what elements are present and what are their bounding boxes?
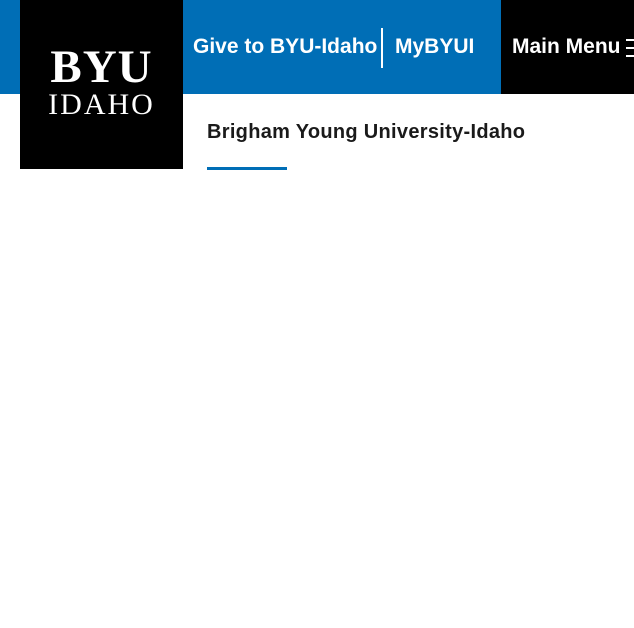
site-title[interactable]: Brigham Young University-Idaho [207,121,525,144]
page: Give to BYU-Idaho MyBYUI Main Menu BYU I… [0,0,634,628]
logo-idaho-text: IDAHO [48,88,155,121]
main-menu-button[interactable]: Main Menu [501,0,634,94]
byu-idaho-logo[interactable]: BYU IDAHO [20,0,183,169]
nav-divider [381,28,383,68]
give-to-byu-idaho-link[interactable]: Give to BYU-Idaho [193,0,377,94]
hamburger-icon [626,39,634,57]
main-menu-label: Main Menu [512,35,621,58]
mybyui-link[interactable]: MyBYUI [395,0,474,94]
title-underline [207,167,287,170]
logo-byu-text: BYU [50,41,153,93]
